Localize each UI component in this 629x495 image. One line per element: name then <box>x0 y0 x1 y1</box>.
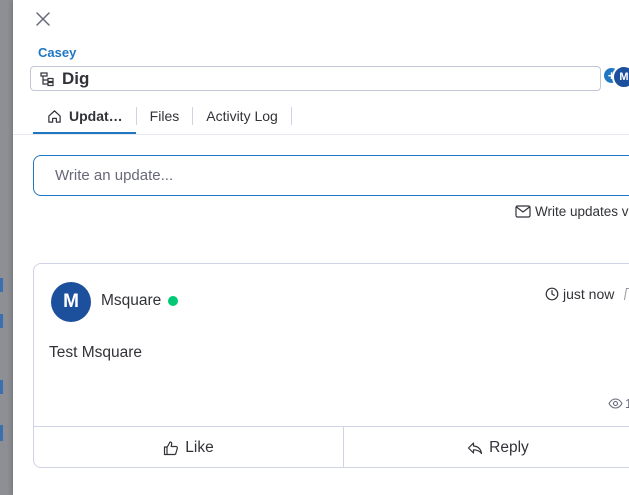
tab-activity-log[interactable]: Activity Log <box>193 98 291 134</box>
reply-icon <box>467 441 483 455</box>
online-status-dot <box>168 296 178 306</box>
close-icon <box>36 12 50 26</box>
reply-label: Reply <box>489 438 529 456</box>
subscriber-avatar[interactable]: M <box>612 65 629 89</box>
home-icon <box>47 109 62 124</box>
tab-updates[interactable]: Updat… <box>33 98 136 134</box>
author-avatar[interactable]: M <box>51 282 91 322</box>
views-count: 1 <box>625 396 629 411</box>
clock-icon <box>545 287 559 301</box>
item-side-panel: Casey Dig + M Updat… Files Activity Lo <box>13 0 629 495</box>
post-body: Test Msquare <box>49 344 143 361</box>
backdrop-mark <box>0 278 3 292</box>
page-backdrop <box>0 0 13 495</box>
panel-tabs: Updat… Files Activity Log <box>33 98 292 134</box>
item-title: Dig <box>62 68 90 88</box>
reply-button[interactable]: Reply <box>342 427 629 468</box>
email-hint-label: Write updates v <box>535 204 629 219</box>
mail-icon <box>515 205 531 218</box>
tab-divider <box>290 107 292 125</box>
update-post: M Msquare just now Test Msquare 1 Like R… <box>33 263 629 468</box>
tab-label: Updat… <box>69 108 123 124</box>
post-timestamp: just now <box>545 286 614 302</box>
backdrop-mark <box>0 314 3 328</box>
seen-by-counter[interactable]: 1 <box>608 396 629 411</box>
write-updates-via-email-link[interactable]: Write updates v <box>515 204 629 219</box>
eye-icon <box>608 398 623 409</box>
post-actions: Like Reply <box>34 426 629 468</box>
close-button[interactable] <box>33 9 53 29</box>
item-title-field[interactable]: Dig <box>30 66 601 91</box>
parent-item-link[interactable]: Casey <box>38 45 76 60</box>
backdrop-mark <box>0 380 3 394</box>
post-menu-icon[interactable] <box>623 288 629 300</box>
like-label: Like <box>185 438 214 456</box>
tab-label: Files <box>149 108 180 124</box>
subitem-icon <box>40 71 54 86</box>
author-name[interactable]: Msquare <box>101 292 161 310</box>
timestamp-label: just now <box>563 286 615 302</box>
tabs-divider <box>13 134 629 135</box>
backdrop-mark <box>0 425 3 441</box>
thumbs-up-icon <box>163 440 179 456</box>
tab-label: Activity Log <box>206 108 278 124</box>
write-update-input[interactable]: Write an update... <box>33 155 629 196</box>
tab-files[interactable]: Files <box>137 98 193 134</box>
like-button[interactable]: Like <box>34 427 343 468</box>
